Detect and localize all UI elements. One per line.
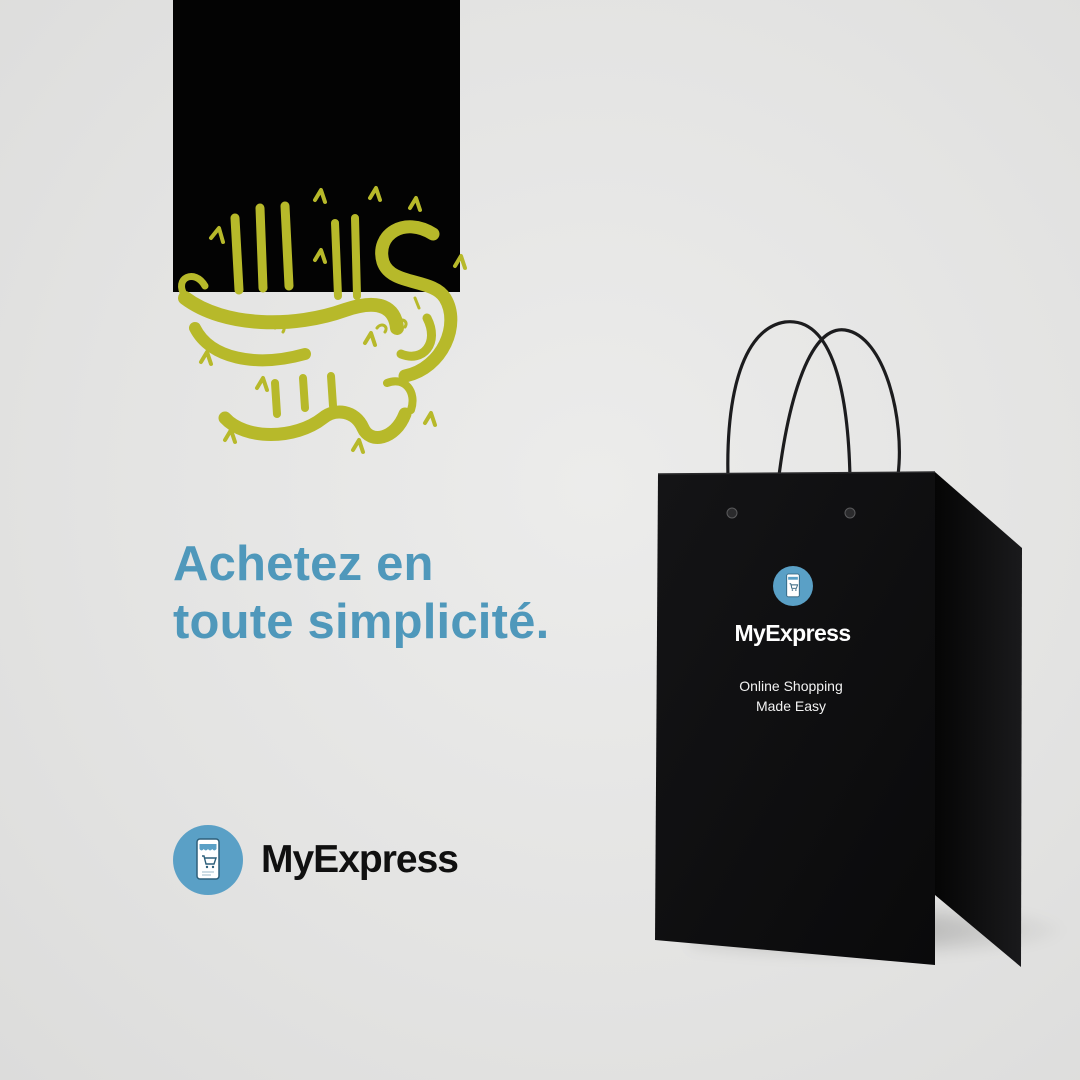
shopping-bag: [655, 320, 1022, 967]
bag-brand-name: MyExpress: [734, 620, 851, 646]
eid-promo-poster: Achetez en toute simplicité. MyExpress M…: [0, 0, 1080, 1080]
shopping-cart-phone-icon: [786, 573, 800, 598]
bag-tagline: Online Shopping Made Easy: [700, 676, 882, 716]
bag-tagline-line-1: Online Shopping: [739, 678, 843, 694]
bag-tagline-line-2: Made Easy: [755, 698, 827, 714]
bag-logo: [773, 566, 813, 606]
